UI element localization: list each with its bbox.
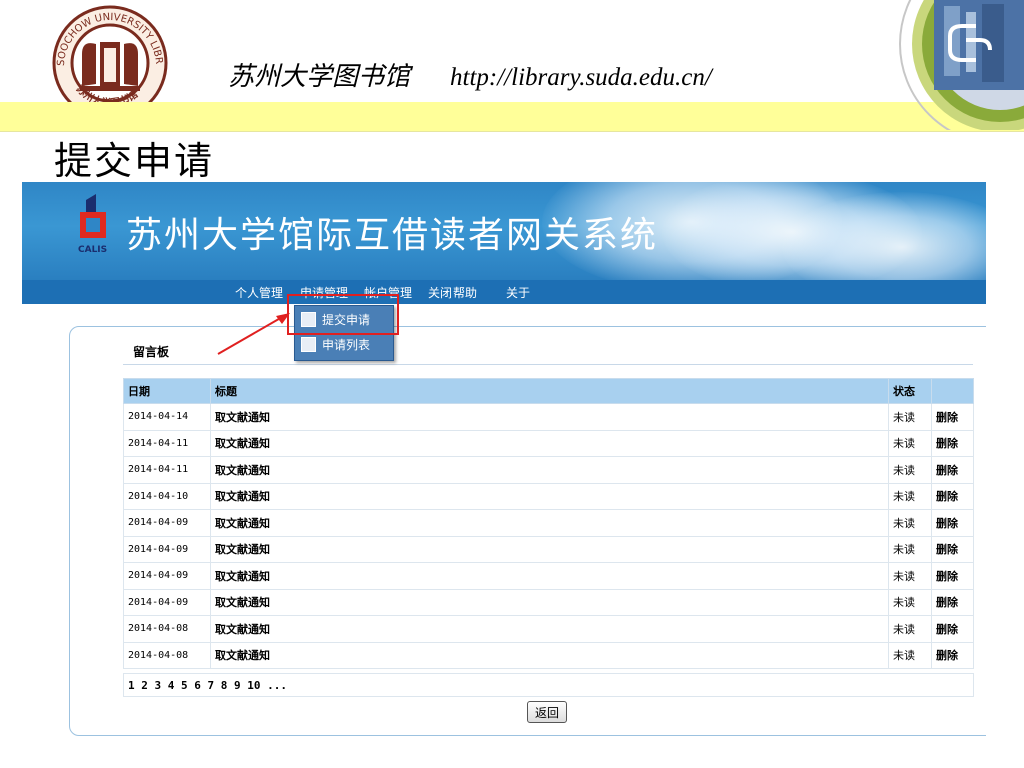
row-status: 未读 bbox=[888, 588, 932, 616]
back-button[interactable]: 返回 bbox=[527, 701, 567, 723]
table-header-row: 日期 标题 状态 bbox=[123, 378, 974, 404]
col-title: 标题 bbox=[210, 378, 889, 404]
slide-title: 提交申请 bbox=[54, 139, 215, 183]
row-date: 2014-04-10 bbox=[123, 482, 211, 510]
row-title[interactable]: 取文献通知 bbox=[210, 535, 889, 563]
row-date: 2014-04-09 bbox=[123, 535, 211, 563]
app-banner: CALIS 苏州大学馆际互借读者网关系统 bbox=[22, 182, 986, 280]
row-title[interactable]: 取文献通知 bbox=[210, 641, 889, 669]
divider bbox=[123, 364, 973, 365]
row-title[interactable]: 取文献通知 bbox=[210, 562, 889, 590]
library-url[interactable]: http://library.suda.edu.cn/ bbox=[450, 64, 712, 91]
row-status: 未读 bbox=[888, 482, 932, 510]
row-title[interactable]: 取文献通知 bbox=[210, 509, 889, 537]
row-title[interactable]: 取文献通知 bbox=[210, 588, 889, 616]
app-screenshot: CALIS 苏州大学馆际互借读者网关系统 个人管理 申请管理 帐户管理 关闭 帮… bbox=[22, 182, 986, 740]
table-row: 2014-04-14 取文献通知 未读 删除 bbox=[123, 403, 974, 431]
delete-link[interactable]: 删除 bbox=[931, 641, 974, 669]
row-title[interactable]: 取文献通知 bbox=[210, 615, 889, 643]
delete-link[interactable]: 删除 bbox=[931, 535, 974, 563]
delete-link[interactable]: 删除 bbox=[931, 482, 974, 510]
row-date: 2014-04-09 bbox=[123, 509, 211, 537]
row-status: 未读 bbox=[888, 429, 932, 457]
row-title[interactable]: 取文献通知 bbox=[210, 429, 889, 457]
menu-about[interactable]: 关于 bbox=[506, 284, 530, 301]
highlight-arrow-icon bbox=[217, 313, 290, 355]
row-date: 2014-04-09 bbox=[123, 588, 211, 616]
menu-close[interactable]: 关闭 bbox=[428, 284, 452, 301]
banner-title: 苏州大学馆际互借读者网关系统 bbox=[126, 215, 659, 256]
table-row: 2014-04-08 取文献通知 未读 删除 bbox=[123, 641, 974, 669]
row-status: 未读 bbox=[888, 456, 932, 484]
row-status: 未读 bbox=[888, 641, 932, 669]
menu-personal[interactable]: 个人管理 bbox=[235, 284, 283, 301]
table-row: 2014-04-09 取文献通知 未读 删除 bbox=[123, 535, 974, 563]
dropdown-item-label: 申请列表 bbox=[322, 337, 371, 352]
row-date: 2014-04-09 bbox=[123, 562, 211, 590]
delete-link[interactable]: 删除 bbox=[931, 588, 974, 616]
table-row: 2014-04-09 取文献通知 未读 删除 bbox=[123, 562, 974, 590]
row-status: 未读 bbox=[888, 615, 932, 643]
delete-link[interactable]: 删除 bbox=[931, 429, 974, 457]
col-date: 日期 bbox=[123, 378, 211, 404]
calis-label: CALIS bbox=[78, 245, 107, 254]
message-board-title: 留言板 bbox=[133, 345, 170, 359]
table-row: 2014-04-10 取文献通知 未读 删除 bbox=[123, 482, 974, 510]
delete-link[interactable]: 删除 bbox=[931, 456, 974, 484]
delete-link[interactable]: 删除 bbox=[931, 509, 974, 537]
row-date: 2014-04-11 bbox=[123, 456, 211, 484]
menu-help[interactable]: 帮助 bbox=[453, 284, 477, 301]
row-status: 未读 bbox=[888, 403, 932, 431]
dropdown-item-list[interactable]: 申请列表 bbox=[301, 334, 370, 354]
message-table: 日期 标题 状态 2014-04-14 取文献通知 未读 删除 2014-04-11 取… bbox=[123, 378, 974, 669]
corner-decoration-logo bbox=[899, 0, 1024, 130]
delete-link[interactable]: 删除 bbox=[931, 615, 974, 643]
row-status: 未读 bbox=[888, 535, 932, 563]
row-status: 未读 bbox=[888, 562, 932, 590]
table-row: 2014-04-09 取文献通知 未读 删除 bbox=[123, 509, 974, 537]
table-row: 2014-04-11 取文献通知 未读 删除 bbox=[123, 456, 974, 484]
row-date: 2014-04-08 bbox=[123, 615, 211, 643]
row-title[interactable]: 取文献通知 bbox=[210, 482, 889, 510]
delete-link[interactable]: 删除 bbox=[931, 562, 974, 590]
row-date: 2014-04-08 bbox=[123, 641, 211, 669]
row-status: 未读 bbox=[888, 509, 932, 537]
header-yellow-band bbox=[0, 102, 1024, 131]
col-action bbox=[931, 378, 974, 404]
search-list-icon bbox=[301, 336, 316, 352]
highlight-box bbox=[287, 294, 399, 335]
table-row: 2014-04-09 取文献通知 未读 删除 bbox=[123, 588, 974, 616]
row-title[interactable]: 取文献通知 bbox=[210, 403, 889, 431]
row-date: 2014-04-14 bbox=[123, 403, 211, 431]
row-date: 2014-04-11 bbox=[123, 429, 211, 457]
calis-logo-icon: CALIS bbox=[78, 194, 107, 254]
library-name: 苏州大学图书馆 bbox=[228, 62, 411, 91]
table-row: 2014-04-08 取文献通知 未读 删除 bbox=[123, 615, 974, 643]
slide-header: 苏州大学图书馆 http://library.suda.edu.cn/ bbox=[228, 56, 712, 93]
row-title[interactable]: 取文献通知 bbox=[210, 456, 889, 484]
top-menu-bar: 个人管理 申请管理 帐户管理 关闭 帮助 关于 bbox=[22, 280, 986, 304]
table-row: 2014-04-11 取文献通知 未读 删除 bbox=[123, 429, 974, 457]
col-status: 状态 bbox=[888, 378, 932, 404]
delete-link[interactable]: 删除 bbox=[931, 403, 974, 431]
pagination: 1 2 3 4 5 6 7 8 9 10 ... bbox=[123, 673, 974, 697]
page-links[interactable]: 1 2 3 4 5 6 7 8 9 10 ... bbox=[128, 679, 287, 692]
